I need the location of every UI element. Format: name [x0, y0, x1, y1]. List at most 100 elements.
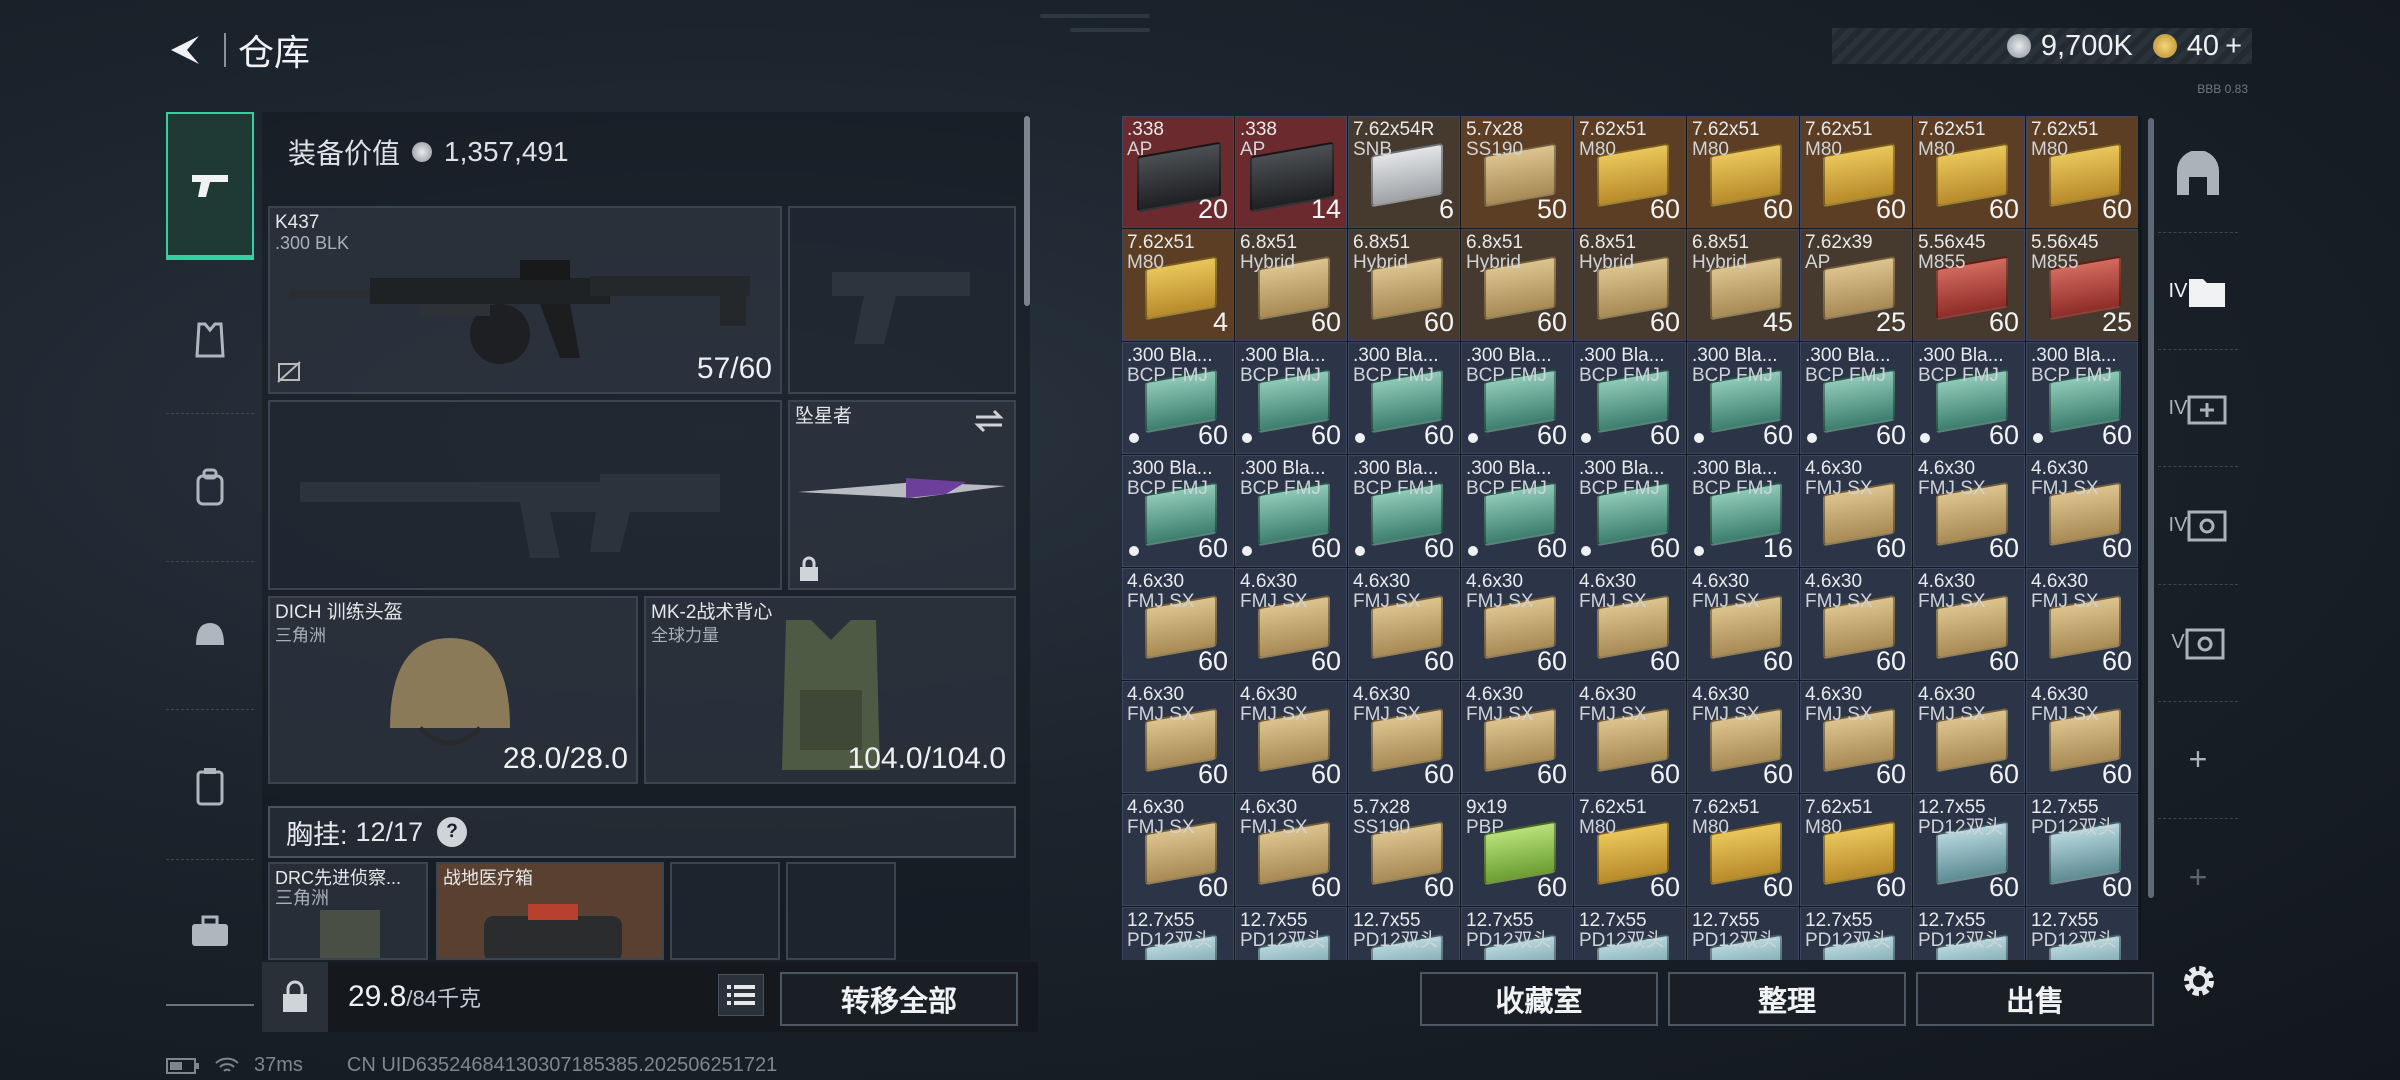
add-tab-button[interactable]: +	[2158, 702, 2238, 819]
inventory-item[interactable]: .300 Bla... BCP FMJ 60	[1235, 342, 1347, 454]
stash-tab-4[interactable]: V	[2158, 585, 2238, 702]
inventory-item[interactable]: 7.62x54R SNB 6	[1348, 116, 1460, 228]
inventory-item[interactable]: 5.7x28 SS190 50	[1461, 116, 1573, 228]
rig-item[interactable]: 战地医疗箱	[436, 862, 664, 960]
inventory-item[interactable]: 6.8x51 Hybrid 60	[1461, 229, 1573, 341]
rig-empty-slot[interactable]	[786, 862, 896, 960]
inventory-item[interactable]: 7.62x51 M80 60	[1687, 116, 1799, 228]
equipment-scrollbar[interactable]	[1024, 116, 1030, 306]
inventory-item[interactable]: 12.7x55PD12双头60	[2026, 794, 2138, 906]
sidebar-tab-helmet[interactable]	[166, 562, 254, 710]
inventory-item[interactable]: 7.62x51 M80 4	[1122, 229, 1234, 341]
inventory-item[interactable]: 4.6x30 FMJ SX 60	[1235, 794, 1347, 906]
inventory-item[interactable]: .300 Bla... BCP FMJ 60	[1122, 342, 1234, 454]
collection-button[interactable]: 收藏室	[1420, 972, 1658, 1026]
inventory-item[interactable]: 4.6x30 FMJ SX 60	[1913, 681, 2025, 793]
inventory-item[interactable]: .338 AP 20	[1122, 116, 1234, 228]
inventory-item[interactable]: .300 Bla... BCP FMJ 60	[1348, 455, 1460, 567]
inventory-item[interactable]: 5.56x45 M855 25	[2026, 229, 2138, 341]
inventory-item[interactable]: 4.6x30 FMJ SX 60	[1800, 568, 1912, 680]
inventory-item[interactable]: .300 Bla... BCP FMJ 60	[1687, 342, 1799, 454]
inventory-item[interactable]: 7.62x51 M80 60	[1574, 116, 1686, 228]
inventory-item[interactable]: 12.7x55PD12双头60	[1122, 907, 1234, 960]
list-view-button[interactable]	[718, 974, 764, 1016]
inventory-item[interactable]: 12.7x55 PD12双头	[1913, 907, 2025, 960]
inventory-item[interactable]: 4.6x30 FMJ SX 60	[1122, 568, 1234, 680]
inventory-item[interactable]: 7.62x51 M80 60	[1800, 116, 1912, 228]
lock-button[interactable]	[262, 962, 328, 1032]
inventory-item[interactable]: 7.62x51 M80 60	[1913, 116, 2025, 228]
inventory-item[interactable]: 4.6x30 FMJ SX 60	[1122, 681, 1234, 793]
inventory-item[interactable]: 6.8x51 Hybrid 45	[1687, 229, 1799, 341]
inventory-item[interactable]: 12.7x55 PD12双头	[1461, 907, 1573, 960]
inventory-item[interactable]: 12.7x55 PD12双头	[1687, 907, 1799, 960]
inventory-item[interactable]: 4.6x30 FMJ SX 60	[1348, 681, 1460, 793]
inventory-item[interactable]: 12.7x55PD12双头60	[1235, 907, 1347, 960]
rig-help-button[interactable]: ?	[437, 817, 468, 847]
stash-tab-1[interactable]: IV	[2158, 233, 2238, 351]
inventory-item[interactable]: .300 Bla... BCP FMJ 60	[1461, 455, 1573, 567]
inventory-item[interactable]: 4.6x30 FMJ SX 60	[1913, 455, 2025, 567]
inventory-item[interactable]: 5.56x45 M855 60	[1913, 229, 2025, 341]
inventory-item[interactable]: .300 Bla... BCP FMJ 60	[1348, 342, 1460, 454]
inventory-item[interactable]: 12.7x55 PD12双头	[1574, 907, 1686, 960]
sidebar-tab-backpack[interactable]	[166, 414, 254, 562]
inventory-item[interactable]: 6.8x51 Hybrid 60	[1235, 229, 1347, 341]
inventory-item[interactable]: .338 AP 14	[1235, 116, 1347, 228]
transfer-all-button[interactable]: 转移全部	[780, 972, 1018, 1026]
inventory-item[interactable]: .300 Bla... BCP FMJ 60	[1800, 342, 1912, 454]
inventory-item[interactable]: 12.7x55 PD12双头	[1800, 907, 1912, 960]
inventory-item[interactable]: .300 Bla... BCP FMJ 60	[1122, 455, 1234, 567]
inventory-item[interactable]: .300 Bla... BCP FMJ 60	[2026, 342, 2138, 454]
inventory-item[interactable]: 4.6x30 FMJ SX 60	[1461, 568, 1573, 680]
inventory-item[interactable]: 4.6x30 FMJ SX 60	[1235, 681, 1347, 793]
stash-tab-all[interactable]	[2158, 116, 2238, 234]
sell-button[interactable]: 出售	[1916, 972, 2154, 1026]
helmet-slot[interactable]: DICH 训练头盔 三角洲 28.0/28.0	[268, 596, 638, 784]
primary-weapon-2-slot[interactable]	[268, 400, 782, 590]
inventory-item[interactable]: .300 Bla... BCP FMJ 60	[1461, 342, 1573, 454]
sort-button[interactable]: 整理	[1668, 972, 1906, 1026]
inventory-item[interactable]: 4.6x30 FMJ SX 60	[1687, 568, 1799, 680]
inventory-item[interactable]: 4.6x30 FMJ SX 60	[1800, 681, 1912, 793]
inventory-item[interactable]: 5.7x28 SS190 60	[1348, 794, 1460, 906]
inventory-item[interactable]: 4.6x30 FMJ SX 60	[1461, 681, 1573, 793]
secondary-weapon-slot[interactable]	[788, 206, 1016, 394]
inventory-item[interactable]: 7.62x51 M80 60	[1800, 794, 1912, 906]
stash-tab-2[interactable]: IV	[2158, 350, 2238, 468]
back-button[interactable]	[160, 25, 210, 75]
melee-slot[interactable]: 坠星者	[788, 400, 1016, 590]
rig-item[interactable]: DRC先进侦察... 三角洲	[268, 862, 428, 960]
inventory-item[interactable]: 9x19 PBP 60	[1461, 794, 1573, 906]
inventory-item[interactable]: 4.6x30 FMJ SX 60	[1122, 794, 1234, 906]
inventory-item[interactable]: 7.62x51 M80 60	[2026, 116, 2138, 228]
inventory-item[interactable]: 4.6x30 FMJ SX 60	[1687, 681, 1799, 793]
stash-scrollbar[interactable]	[2148, 118, 2154, 898]
inventory-item[interactable]: 4.6x30 FMJ SX 60	[1574, 568, 1686, 680]
inventory-item[interactable]: 4.6x30 FMJ SX 60	[1235, 568, 1347, 680]
inventory-item[interactable]: .300 Bla... BCP FMJ 16	[1687, 455, 1799, 567]
inventory-item[interactable]: 7.62x51 M80 60	[1687, 794, 1799, 906]
inventory-item[interactable]: 6.8x51 Hybrid 60	[1574, 229, 1686, 341]
inventory-item[interactable]: 4.6x30 FMJ SX 60	[1574, 681, 1686, 793]
inventory-item[interactable]: .300 Bla... BCP FMJ 60	[1574, 455, 1686, 567]
inventory-item[interactable]: 12.7x55PD12双头60	[1913, 794, 2025, 906]
sidebar-tab-toolbox[interactable]	[166, 858, 254, 1006]
settings-button[interactable]	[2174, 956, 2224, 1006]
inventory-item[interactable]: 4.6x30 FMJ SX 60	[1348, 568, 1460, 680]
inventory-item[interactable]: 12.7x55 PD12双头	[2026, 907, 2138, 960]
add-currency-button[interactable]: +	[2225, 30, 2242, 63]
armor-slot[interactable]: MK-2战术背心 全球力量 104.0/104.0	[644, 596, 1016, 784]
inventory-item[interactable]: 4.6x30 FMJ SX 60	[1800, 455, 1912, 567]
sidebar-tab-weapons[interactable]	[166, 112, 254, 260]
rig-empty-slot[interactable]	[670, 862, 780, 960]
inventory-item[interactable]: .300 Bla... BCP FMJ 60	[1235, 455, 1347, 567]
inventory-item[interactable]: 4.6x30 FMJ SX 60	[2026, 568, 2138, 680]
inventory-item[interactable]: 4.6x30 FMJ SX 60	[1913, 568, 2025, 680]
inventory-item[interactable]: 7.62x39 AP 25	[1800, 229, 1912, 341]
chest-rig-bar[interactable]: 胸挂: 12/17 ?	[268, 806, 1016, 858]
inventory-item[interactable]: .300 Bla... BCP FMJ 60	[1913, 342, 2025, 454]
sidebar-tab-vest[interactable]	[166, 266, 254, 414]
inventory-item[interactable]: 6.8x51 Hybrid 60	[1348, 229, 1460, 341]
primary-weapon-slot[interactable]: K437 .300 BLK 57/60	[268, 206, 782, 394]
